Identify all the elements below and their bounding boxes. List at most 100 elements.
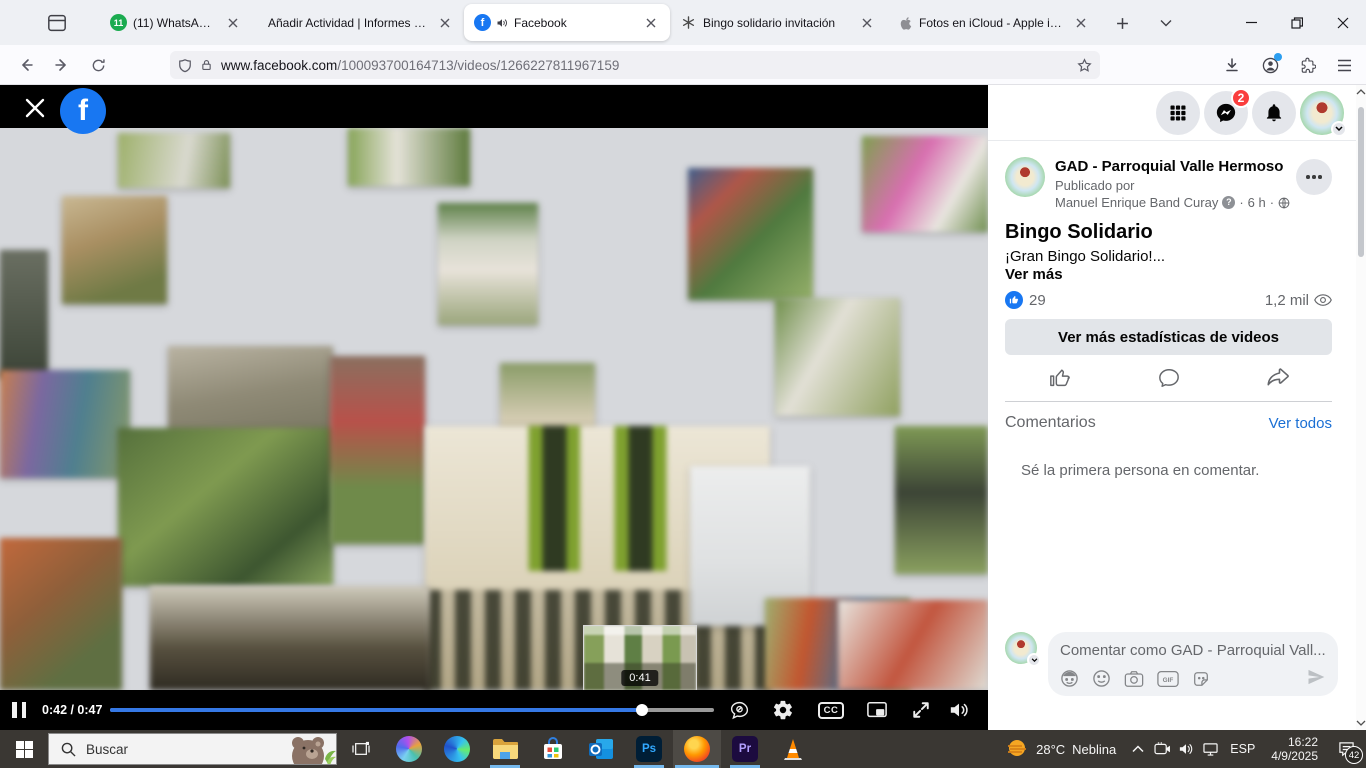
menu-grid-icon[interactable] [1156,91,1200,135]
close-icon[interactable] [1070,12,1092,34]
see-more-link[interactable]: Ver más [1005,266,1332,283]
settings-gear-icon[interactable] [770,698,796,722]
taskbar-weather-widget[interactable]: 28°C Neblina [995,730,1126,768]
video-frame-collage[interactable] [0,128,988,690]
bookmark-star-icon[interactable] [1077,58,1092,73]
messenger-icon[interactable]: 2 [1204,91,1248,135]
tray-chevron-up-icon[interactable] [1126,730,1150,768]
action-center-button[interactable]: 42 [1326,730,1366,768]
sidebar-scrollbar[interactable] [1356,85,1366,730]
camera-icon[interactable] [1124,670,1144,688]
tab-facebook-active[interactable]: f Facebook [464,4,670,41]
taskbar-app-file-explorer[interactable] [481,730,529,768]
tracking-shield-icon[interactable] [178,58,192,73]
close-icon[interactable] [856,12,878,34]
facebook-header: 2 [988,85,1356,141]
extensions-icon[interactable] [1294,51,1322,79]
taskbar-search-box[interactable] [48,733,337,765]
scroll-up-arrow[interactable] [1356,89,1366,95]
tab-whatsapp[interactable]: 11 (11) WhatsApp Business [100,4,252,41]
tray-clock[interactable]: 16:22 4/9/2025 [1263,735,1326,763]
page-name[interactable]: GAD - Parroquial Valle Hermoso [1055,157,1296,177]
new-tab-button[interactable] [1108,9,1136,37]
see-all-comments-link[interactable]: Ver todos [1269,415,1332,432]
sticker-icon[interactable] [1192,670,1210,688]
notifications-bell-icon[interactable] [1252,91,1296,135]
progress-knob[interactable] [636,704,648,716]
taskbar-app-copilot[interactable] [385,730,433,768]
address-bar[interactable]: www.facebook.com/100093700164713/videos/… [170,51,1100,79]
like-count[interactable]: 29 [1029,292,1046,309]
pause-button[interactable] [12,702,30,718]
taskbar-app-store[interactable] [529,730,577,768]
send-comment-icon[interactable] [1306,667,1326,687]
profile-avatar[interactable] [1300,91,1344,135]
taskbar-search-input[interactable] [86,742,236,757]
emoji-smiley-icon[interactable] [1092,669,1111,688]
taskbar-app-photoshop[interactable]: Ps [625,730,673,768]
reload-button[interactable] [84,51,112,79]
close-icon[interactable] [640,12,662,34]
lock-icon[interactable] [200,58,213,72]
hide-comments-button[interactable] [726,698,752,722]
account-icon[interactable] [1256,51,1284,79]
taskbar-app-edge[interactable] [433,730,481,768]
close-icon[interactable] [222,12,244,34]
tray-volume-icon[interactable] [1174,730,1198,768]
tray-meet-now-icon[interactable] [1150,730,1174,768]
like-button[interactable] [1005,367,1114,389]
gif-icon[interactable]: GIF [1157,670,1179,688]
edge-icon [444,736,470,762]
closed-captions-button[interactable]: CC [818,698,844,722]
post-time[interactable]: 6 h [1248,194,1266,211]
picture-in-picture-button[interactable] [864,698,890,722]
tab-list-button[interactable] [1152,9,1180,37]
post-options-button[interactable] [1296,159,1332,195]
tab-icloud[interactable]: Fotos en iCloud - Apple iClou [886,4,1100,41]
tab-informes[interactable]: Añadir Actividad | Informes Mens [252,4,464,41]
page-avatar[interactable] [1005,157,1045,197]
copilot-icon [396,736,422,762]
back-button[interactable] [12,51,40,79]
taskbar-app-premiere[interactable]: Pr [721,730,769,768]
clock-date: 4/9/2025 [1271,749,1318,763]
scrollbar-thumb[interactable] [1358,107,1364,257]
volume-button[interactable] [946,698,972,722]
scroll-down-arrow[interactable] [1356,720,1366,726]
notification-count-badge: 42 [1345,746,1363,764]
window-minimize-button[interactable] [1228,0,1274,45]
downloads-icon[interactable] [1218,51,1246,79]
tray-language-indicator[interactable]: ESP [1222,742,1263,756]
window-close-button[interactable] [1320,0,1366,45]
start-button[interactable] [0,730,48,768]
tab-bingo[interactable]: Bingo solidario invitación [670,4,886,41]
meta-dot: · [1239,194,1243,211]
share-button[interactable] [1223,367,1332,389]
tray-network-icon[interactable] [1198,730,1222,768]
menu-icon[interactable] [1330,51,1358,79]
facebook-logo[interactable]: f [60,88,106,134]
taskbar-app-firefox-active[interactable] [673,730,721,768]
comment-button[interactable] [1114,367,1223,389]
chevron-down-icon[interactable] [1027,653,1041,667]
author-name[interactable]: Manuel Enrique Band Curay [1055,194,1218,211]
avatar-sticker-icon[interactable] [1060,669,1079,688]
like-thumb-icon[interactable] [1005,291,1023,309]
taskbar-app-vlc[interactable] [769,730,817,768]
video-progress-bar[interactable] [110,708,714,712]
taskbar-app-outlook[interactable] [577,730,625,768]
forward-button[interactable] [48,51,76,79]
task-view-button[interactable] [337,730,385,768]
window-restore-button[interactable] [1274,0,1320,45]
url-host: www.facebook.com [221,58,337,73]
firefox-view-icon[interactable] [42,10,72,36]
composer-avatar[interactable] [1005,632,1037,664]
tab-title: Fotos en iCloud - Apple iClou [919,16,1064,30]
tab-audio-icon[interactable] [496,17,508,29]
close-icon[interactable] [434,12,456,34]
fullscreen-button[interactable] [908,698,934,722]
video-close-icon[interactable] [24,97,48,121]
comment-input[interactable]: Comentar como GAD - Parroquial Vall... G… [1048,632,1338,696]
video-stats-button[interactable]: Ver más estadísticas de videos [1005,319,1332,355]
video-player[interactable]: f 0:41 0:42 / 0:47 CC [0,85,988,730]
